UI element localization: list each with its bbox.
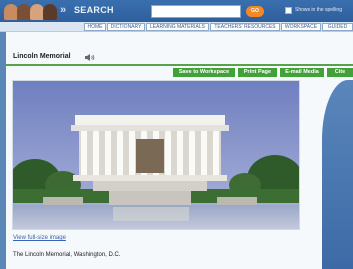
top-bar: » SEARCH GO Shows in the spelling [0,0,353,22]
print-page-button[interactable]: Print Page [238,68,277,77]
main-nav: HOME DICTIONARY LEARNING MATERIALS TEACH… [0,22,353,32]
email-media-button[interactable]: E-mail Media [280,68,324,77]
kid-photo [30,4,44,20]
kid-photo [4,4,18,20]
view-full-size-link[interactable]: View full-size image [13,235,66,241]
media-image-frame [9,80,303,230]
kids-photo-strip [4,4,58,20]
nav-dictionary[interactable]: DICTIONARY [107,23,145,31]
nav-learning-materials[interactable]: LEARNING MATERIALS [146,23,209,31]
nav-teachers-resources[interactable]: TEACHERS' RESOURCES [210,23,280,31]
search-arrows-icon: » [60,4,67,16]
search-input[interactable] [151,5,241,18]
lincoln-memorial-photo[interactable] [9,81,303,229]
content-panel: Lincoln Memorial Save to Workspace Print… [6,32,353,269]
page-title: Lincoln Memorial [13,53,71,60]
nav-home[interactable]: HOME [84,23,106,31]
kid-photo [43,4,57,20]
spelling-checkbox-label: Shows in the spelling [295,7,342,13]
title-row: Lincoln Memorial [6,50,353,66]
save-to-workspace-button[interactable]: Save to Workspace [173,68,235,77]
spelling-checkbox[interactable] [285,7,292,14]
cite-button[interactable]: Cite [327,68,353,77]
search-label: SEARCH [74,5,114,15]
image-caption: The Lincoln Memorial, Washington, D.C. [13,252,121,258]
nav-workspace[interactable]: WORKSPACE [281,23,321,31]
kid-photo [17,4,31,20]
action-bar: Save to Workspace Print Page E-mail Medi… [6,68,353,77]
go-button[interactable]: GO [246,6,264,17]
side-panel [322,80,353,269]
speaker-icon[interactable] [85,54,95,61]
nav-guided[interactable]: GUIDED [322,23,353,31]
